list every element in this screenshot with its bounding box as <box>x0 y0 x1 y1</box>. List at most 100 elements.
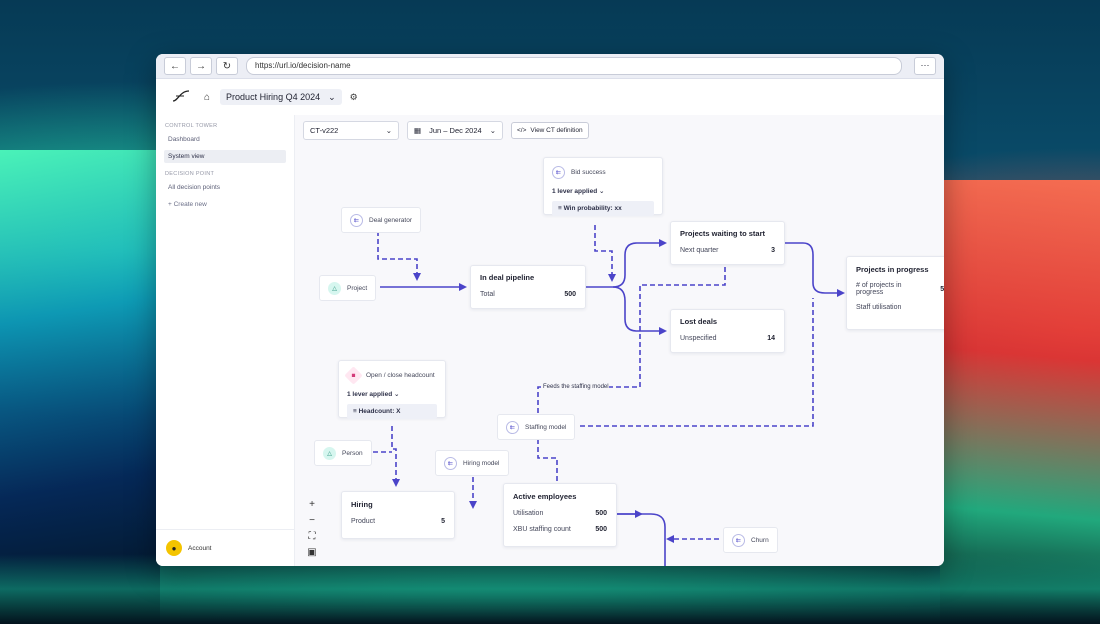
row-label: XBU staffing count <box>513 526 571 533</box>
node-projects-in-progress[interactable]: Projects in progress # of projects in pr… <box>846 256 944 330</box>
headcount-lever[interactable]: 1 lever applied ⌄ <box>347 390 437 398</box>
sidebar-section-control-tower: CONTROL TOWER <box>165 123 218 129</box>
open-close-headcount-label: Open / close headcount <box>366 372 435 379</box>
row-value: 14 <box>767 335 775 342</box>
active-employees-row1: Utilisation 500 <box>513 510 607 517</box>
headcount-lever-chip[interactable]: ≡ Headcount: X <box>347 404 437 419</box>
bid-success-lever-label: 1 lever applied <box>552 188 598 195</box>
decision-icon: ◆ <box>344 366 363 385</box>
node-projects-waiting[interactable]: Projects waiting to start Next quarter 3 <box>670 221 785 265</box>
edge-staffing-to-active <box>537 439 558 485</box>
person-label: Person <box>342 449 363 457</box>
lock-icon[interactable]: ▣ <box>305 546 319 560</box>
chevron-down-icon: ⌄ <box>328 92 336 102</box>
hiring-title: Hiring <box>351 500 373 509</box>
hiring-model-label: Hiring model <box>463 459 500 467</box>
projects-in-progress-row2: Staff utilisation <box>856 304 944 311</box>
node-project[interactable]: △ Project <box>319 275 377 301</box>
bid-success-label: Bid success <box>571 169 606 176</box>
avatar: ● <box>166 540 182 556</box>
headcount-chip-label: Headcount: X <box>358 408 401 415</box>
sidebar-item-system-view[interactable]: System view <box>164 150 286 163</box>
edge-label-feeds: Feeds the staffing model <box>543 384 609 390</box>
node-hiring[interactable]: Hiring Product 5 <box>341 491 455 539</box>
node-hiring-model[interactable]: ⇇ Hiring model <box>435 450 509 476</box>
project-name: Product Hiring Q4 2024 <box>226 92 321 102</box>
row-value: 500 <box>595 526 607 533</box>
node-staffing-model[interactable]: ⇇ Staffing model <box>497 414 576 440</box>
model-icon: ⇇ <box>444 456 457 470</box>
projects-waiting-title: Projects waiting to start <box>680 229 766 238</box>
deal-generator-label: Deal generator <box>369 216 412 224</box>
account-menu[interactable]: ● Account <box>156 529 294 566</box>
zoom-in-icon[interactable]: + <box>305 498 319 512</box>
more-button[interactable]: ··· <box>914 57 936 75</box>
node-lost-deals[interactable]: Lost deals Unspecified 14 <box>670 309 785 353</box>
project-select[interactable]: Product Hiring Q4 2024 ⌄ <box>220 89 342 105</box>
chevron-down-icon: ⌄ <box>393 391 400 398</box>
sidebar: CONTROL TOWER Dashboard System view DECI… <box>156 115 295 566</box>
home-icon[interactable]: ⌂ <box>204 92 210 103</box>
row-label: Unspecified <box>680 335 717 342</box>
in-deal-pipeline-title: In deal pipeline <box>480 273 535 282</box>
forward-button[interactable]: → <box>190 57 212 75</box>
row-label: # of projects in progress <box>856 282 902 296</box>
node-bid-success[interactable]: ⇇ Bid success 1 lever applied ⌄ ≡ Win pr… <box>543 157 663 216</box>
edge-dealgen-to-join <box>377 231 421 281</box>
lost-deals-title: Lost deals <box>680 317 718 326</box>
edge-bid-to-join <box>594 225 616 282</box>
lost-deals-row: Unspecified 14 <box>680 335 775 342</box>
row-label: Total <box>480 291 495 298</box>
model-icon: ⇇ <box>506 420 519 434</box>
node-in-deal-pipeline[interactable]: In deal pipeline Total 500 <box>470 265 586 309</box>
node-person[interactable]: △ Person <box>314 440 372 466</box>
sidebar-item-create-new[interactable]: + Create new <box>164 198 286 211</box>
node-active-employees[interactable]: Active employees Utilisation 500 XBU sta… <box>503 483 617 547</box>
edge-pipeline-to-lost <box>612 286 667 335</box>
headcount-lever-label: 1 lever applied <box>347 391 393 398</box>
user-icon: ● <box>171 543 177 553</box>
bid-success-lever[interactable]: 1 lever applied ⌄ <box>552 187 654 195</box>
model-icon: ⇇ <box>732 533 745 547</box>
browser-chrome: ← → ↻ https://url.io/decision-name ··· <box>156 54 944 79</box>
entity-icon: △ <box>328 281 341 295</box>
reload-icon: ↻ <box>222 60 232 72</box>
row-value: 3 <box>771 247 775 254</box>
back-button[interactable]: ← <box>164 57 186 75</box>
wallpaper-left <box>0 150 160 620</box>
row-label: Product <box>351 518 376 525</box>
active-employees-row2: XBU staffing count 500 <box>513 526 607 533</box>
app-header: ⌂ Product Hiring Q4 2024 ⌄ ⚙ <box>156 79 944 116</box>
sidebar-item-dashboard[interactable]: Dashboard <box>164 133 286 146</box>
sidebar-item-all-decision-points[interactable]: All decision points <box>164 181 286 194</box>
zoom-controls: + − ⛶ ▣ <box>305 498 319 560</box>
node-open-close-headcount[interactable]: ◆ Open / close headcount 1 lever applied… <box>338 360 446 419</box>
node-deal-generator[interactable]: ⇇ Deal generator <box>341 207 421 233</box>
zoom-out-icon[interactable]: − <box>305 514 319 528</box>
row-label: Next quarter <box>680 247 719 254</box>
sidebar-section-decision-point: DECISION POINT <box>165 171 215 177</box>
chevron-down-icon: ⌄ <box>598 188 605 195</box>
edge-waiting-to-inprogress <box>783 242 845 297</box>
account-label: Account <box>188 544 212 552</box>
fit-view-icon[interactable]: ⛶ <box>305 530 319 544</box>
node-churn[interactable]: ⇇ Churn <box>723 527 778 553</box>
url-bar[interactable]: https://url.io/decision-name <box>246 57 902 75</box>
model-icon: ⇇ <box>552 166 565 179</box>
row-value: 50 <box>940 286 944 293</box>
sliders-icon: ≡ <box>353 408 357 415</box>
arrow-right-icon: → <box>196 60 206 72</box>
gear-icon[interactable]: ⚙ <box>350 92 358 103</box>
browser-window: ← → ↻ https://url.io/decision-name ··· ⌂… <box>156 54 944 566</box>
sliders-icon: ≡ <box>558 205 562 212</box>
entity-icon: △ <box>323 446 336 460</box>
bid-success-lever-chip[interactable]: ≡ Win probability: xx <box>552 201 654 216</box>
active-employees-title: Active employees <box>513 492 577 501</box>
system-view-canvas[interactable]: CT-v222 ⌄ ▦ Jun – Dec 2024 ⌄ </> View CT… <box>295 115 944 566</box>
edge-active-down <box>615 513 666 566</box>
projects-in-progress-title: Projects in progress <box>856 265 929 274</box>
hiring-row: Product 5 <box>351 518 445 525</box>
reload-button[interactable]: ↻ <box>216 57 238 75</box>
row-value: 5 <box>441 518 445 525</box>
projects-waiting-row: Next quarter 3 <box>680 247 775 254</box>
